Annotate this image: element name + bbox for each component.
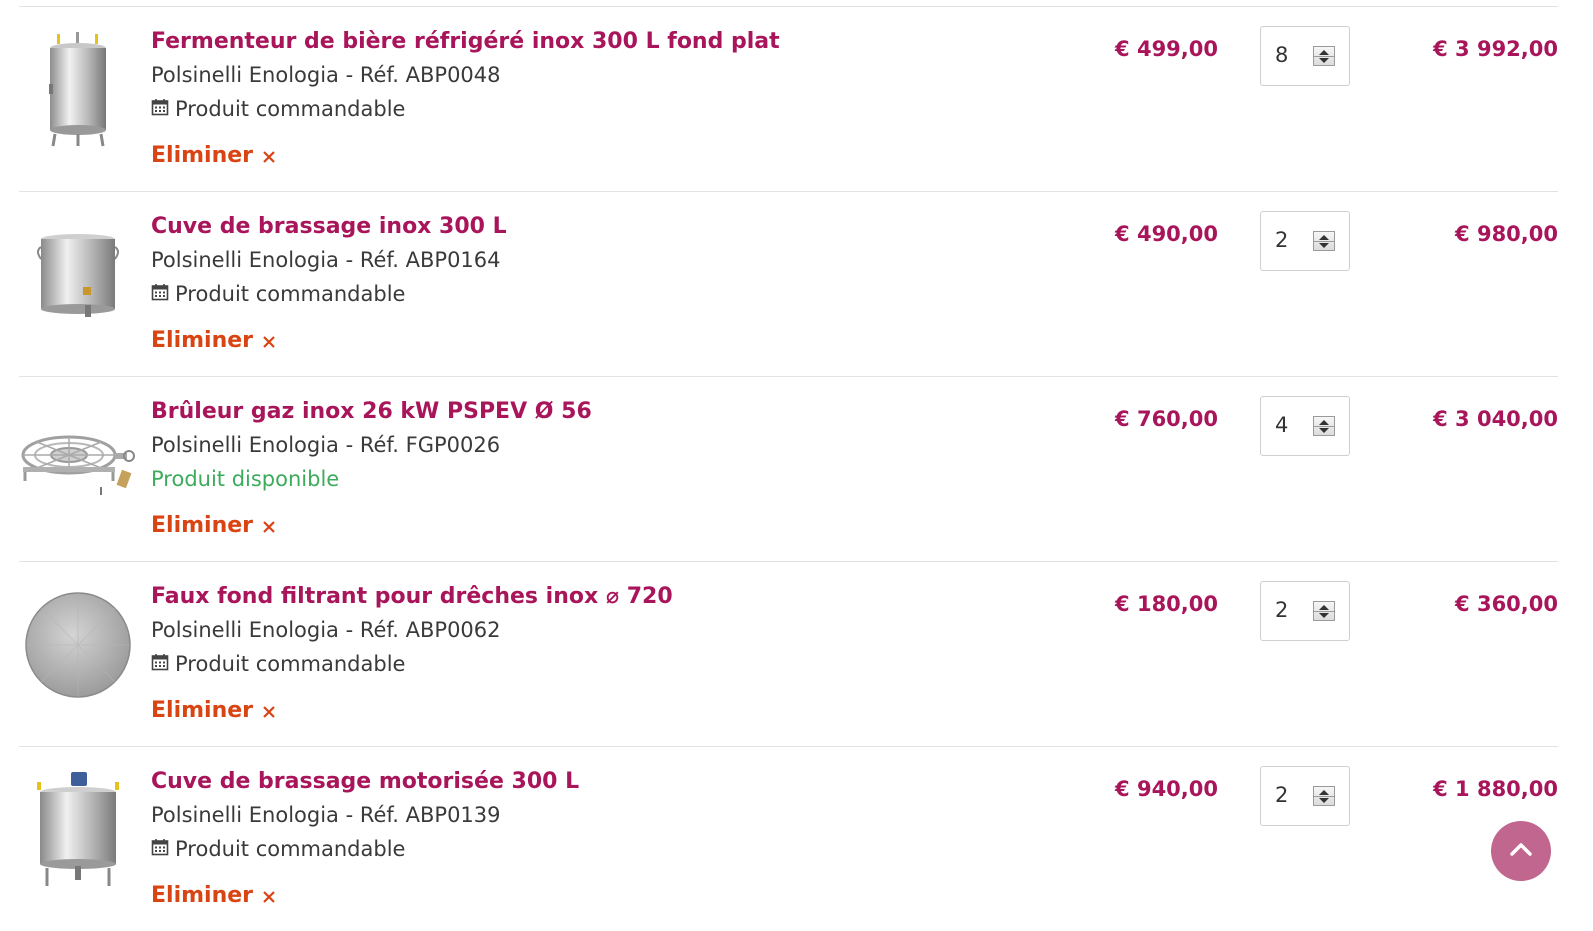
remove-item-button[interactable]: Eliminer bbox=[151, 692, 276, 730]
spinner-arrows-icon[interactable] bbox=[1313, 231, 1335, 251]
remove-label: Eliminer bbox=[151, 883, 254, 908]
quantity-stepper[interactable]: 2 bbox=[1260, 581, 1350, 641]
product-reference: Polsinelli Enologia - Réf. ABP0048 bbox=[151, 63, 501, 87]
unit-price: € 499,00 bbox=[1115, 37, 1218, 61]
product-reference: Polsinelli Enologia - Réf. ABP0062 bbox=[151, 618, 501, 642]
product-title-link[interactable]: Fermenteur de bière réfrigéré inox 300 L… bbox=[151, 25, 1051, 59]
availability-status: Produit commandable bbox=[151, 92, 1051, 126]
cart-list: Fermenteur de bière réfrigéré inox 300 L… bbox=[19, 6, 1558, 931]
line-total: € 1 880,00 bbox=[1433, 777, 1558, 801]
availability-text: Produit disponible bbox=[151, 467, 340, 491]
product-reference: Polsinelli Enologia - Réf. ABP0164 bbox=[151, 248, 501, 272]
calendar-icon bbox=[151, 277, 169, 311]
quantity-value[interactable]: 4 bbox=[1275, 413, 1288, 437]
quantity-stepper[interactable]: 2 bbox=[1260, 766, 1350, 826]
remove-item-button[interactable]: Eliminer bbox=[151, 137, 276, 175]
calendar-icon bbox=[151, 832, 169, 866]
spinner-arrows-icon[interactable] bbox=[1313, 46, 1335, 66]
spinner-arrows-icon[interactable] bbox=[1313, 786, 1335, 806]
product-image-false-bottom[interactable] bbox=[19, 584, 137, 706]
remove-label: Eliminer bbox=[151, 328, 254, 353]
availability-status: Produit disponible bbox=[151, 462, 1051, 496]
availability-text: Produit commandable bbox=[175, 837, 406, 861]
close-icon bbox=[262, 881, 276, 915]
remove-item-button[interactable]: Eliminer bbox=[151, 507, 276, 545]
product-reference: Polsinelli Enologia - Réf. FGP0026 bbox=[151, 433, 501, 457]
spinner-arrows-icon[interactable] bbox=[1313, 416, 1335, 436]
availability-status: Produit commandable bbox=[151, 277, 1051, 311]
calendar-icon bbox=[151, 92, 169, 126]
quantity-value[interactable]: 2 bbox=[1275, 598, 1288, 622]
product-title-link[interactable]: Faux fond filtrant pour drêches inox ⌀ 7… bbox=[151, 580, 1051, 614]
availability-status: Produit commandable bbox=[151, 832, 1051, 866]
product-title-link[interactable]: Cuve de brassage motorisée 300 L bbox=[151, 765, 1051, 799]
quantity-stepper[interactable]: 8 bbox=[1260, 26, 1350, 86]
product-title-link[interactable]: Cuve de brassage inox 300 L bbox=[151, 210, 1051, 244]
product-reference: Polsinelli Enologia - Réf. ABP0139 bbox=[151, 803, 501, 827]
quantity-value[interactable]: 2 bbox=[1275, 783, 1288, 807]
unit-price: € 180,00 bbox=[1115, 592, 1218, 616]
unit-price: € 490,00 bbox=[1115, 222, 1218, 246]
cart-item-row: Fermenteur de bière réfrigéré inox 300 L… bbox=[19, 7, 1558, 192]
quantity-stepper[interactable]: 2 bbox=[1260, 211, 1350, 271]
quantity-value[interactable]: 8 bbox=[1275, 43, 1288, 67]
cart-item-row: Cuve de brassage inox 300 L Polsinelli E… bbox=[19, 192, 1558, 377]
close-icon bbox=[262, 326, 276, 360]
line-total: € 3 992,00 bbox=[1433, 37, 1558, 61]
cart-item-row: Brûleur gaz inox 26 kW PSPEV Ø 56 Polsin… bbox=[19, 377, 1558, 562]
remove-label: Eliminer bbox=[151, 513, 254, 538]
unit-price: € 940,00 bbox=[1115, 777, 1218, 801]
line-total: € 360,00 bbox=[1455, 592, 1558, 616]
remove-item-button[interactable]: Eliminer bbox=[151, 322, 276, 360]
quantity-value[interactable]: 2 bbox=[1275, 228, 1288, 252]
spinner-arrows-icon[interactable] bbox=[1313, 601, 1335, 621]
close-icon bbox=[262, 141, 276, 175]
product-image-brew-tank[interactable] bbox=[19, 214, 137, 336]
close-icon bbox=[262, 511, 276, 545]
product-image-gas-burner[interactable] bbox=[19, 399, 137, 521]
chevron-up-icon bbox=[1509, 841, 1533, 861]
availability-status: Produit commandable bbox=[151, 647, 1051, 681]
remove-label: Eliminer bbox=[151, 698, 254, 723]
product-title-link[interactable]: Brûleur gaz inox 26 kW PSPEV Ø 56 bbox=[151, 395, 1051, 429]
quantity-stepper[interactable]: 4 bbox=[1260, 396, 1350, 456]
remove-item-button[interactable]: Eliminer bbox=[151, 877, 276, 915]
availability-text: Produit commandable bbox=[175, 282, 406, 306]
product-image-motorized-tank[interactable] bbox=[19, 769, 137, 891]
calendar-icon bbox=[151, 647, 169, 681]
cart-item-row: Cuve de brassage motorisée 300 L Polsine… bbox=[19, 747, 1558, 931]
unit-price: € 760,00 bbox=[1115, 407, 1218, 431]
product-image-fermenter[interactable] bbox=[19, 29, 137, 151]
line-total: € 3 040,00 bbox=[1433, 407, 1558, 431]
cart-item-row: Faux fond filtrant pour drêches inox ⌀ 7… bbox=[19, 562, 1558, 747]
availability-text: Produit commandable bbox=[175, 97, 406, 121]
remove-label: Eliminer bbox=[151, 143, 254, 168]
line-total: € 980,00 bbox=[1455, 222, 1558, 246]
scroll-to-top-button[interactable] bbox=[1491, 821, 1551, 881]
close-icon bbox=[262, 696, 276, 730]
availability-text: Produit commandable bbox=[175, 652, 406, 676]
